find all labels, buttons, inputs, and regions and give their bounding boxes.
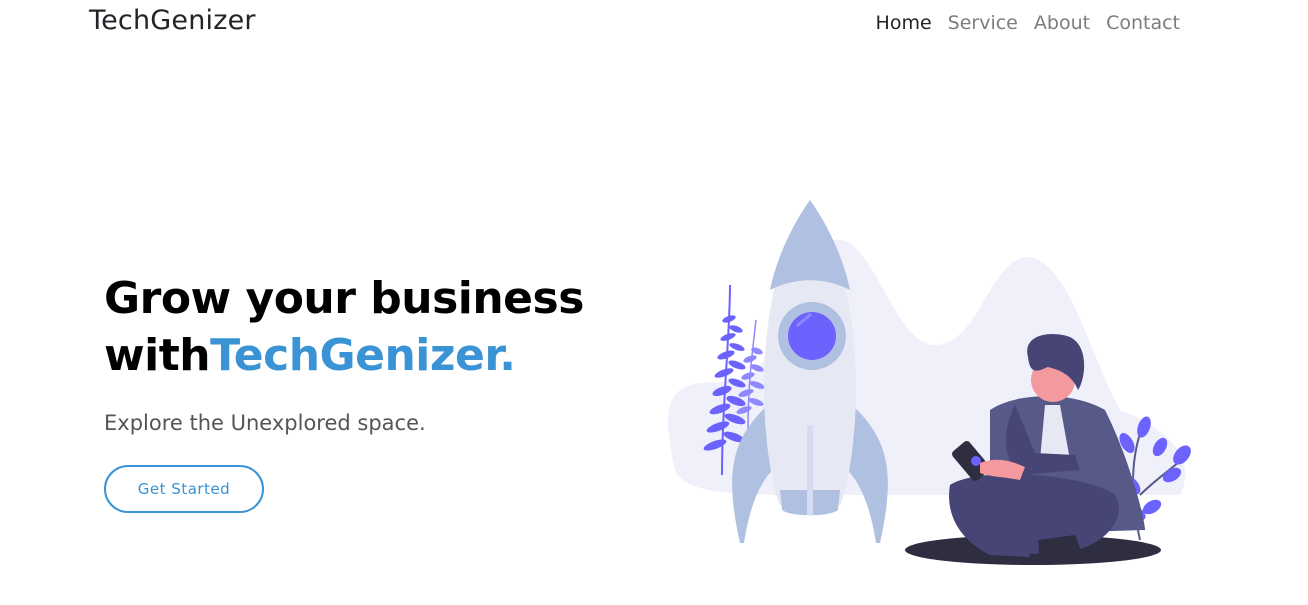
headline-brand: TechGenizer.	[210, 330, 516, 381]
navbar: TechGenizer Home Service About Contact	[0, 0, 1308, 48]
nav-link-home[interactable]: Home	[868, 11, 940, 35]
get-started-button[interactable]: Get Started	[104, 465, 264, 513]
hero-tagline: Explore the Unexplored space.	[104, 411, 426, 435]
nav-menu: Home Service About Contact	[868, 11, 1188, 35]
nav-link-about[interactable]: About	[1026, 11, 1098, 35]
hero-illustration	[667, 200, 1191, 565]
nav-link-service[interactable]: Service	[940, 11, 1026, 35]
headline-prefix: with	[104, 330, 211, 381]
hero-section: Grow your business withTechGenizer. Expl…	[104, 270, 624, 513]
brand-logo[interactable]: TechGenizer	[89, 5, 256, 36]
nav-link-contact[interactable]: Contact	[1098, 11, 1188, 35]
headline-line1: Grow your business	[104, 273, 584, 324]
hero-headline: Grow your business withTechGenizer.	[104, 270, 624, 384]
